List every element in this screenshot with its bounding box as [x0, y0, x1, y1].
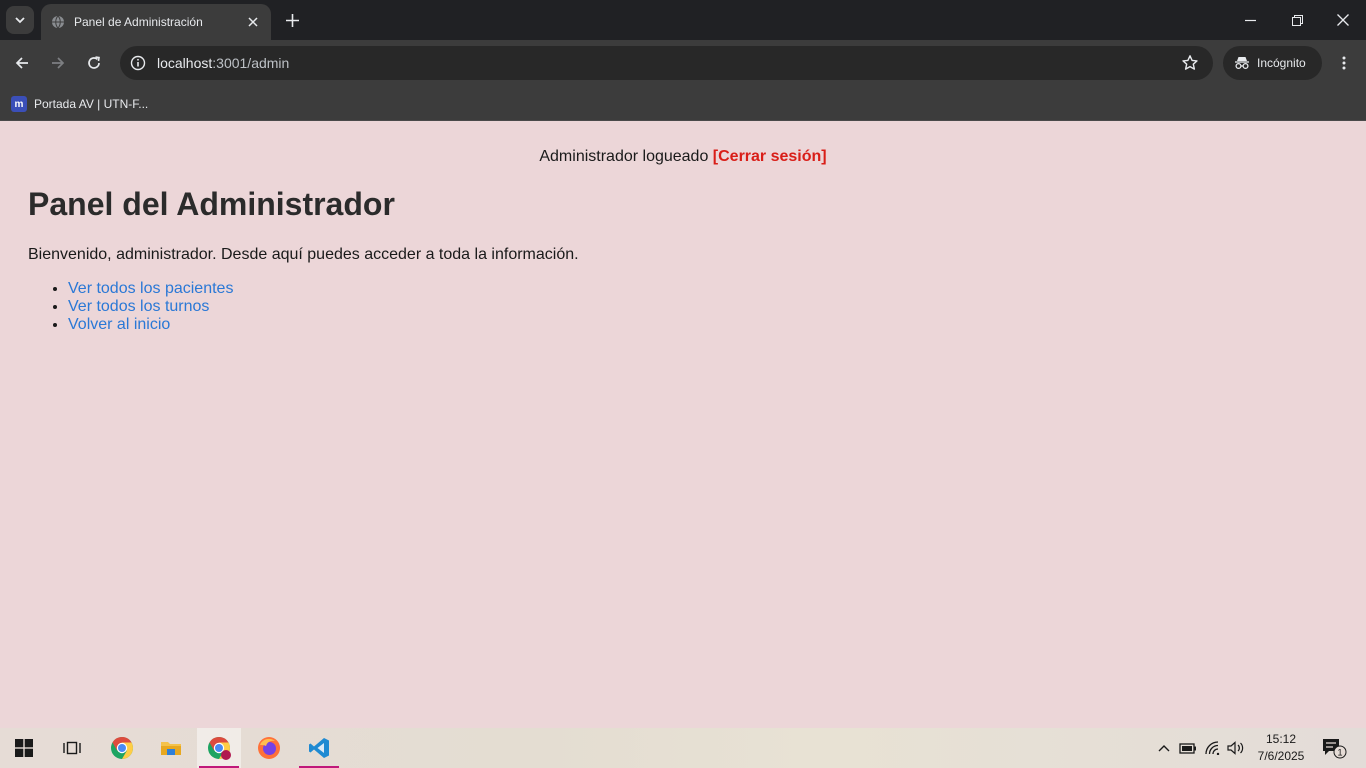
welcome-text: Bienvenido, administrador. Desde aquí pu… [28, 246, 579, 263]
url-path: :3001/admin [212, 55, 290, 71]
minimize-icon [1244, 19, 1256, 21]
bookmark-label: Portada AV | UTN-F... [34, 97, 149, 111]
tab-search-button[interactable] [6, 6, 34, 34]
list-item: Ver todos los turnos [68, 298, 233, 316]
tray-overflow-button[interactable] [1154, 738, 1174, 758]
close-icon [248, 17, 258, 27]
battery-icon [1179, 743, 1196, 754]
admin-links: Ver todos los pacientes Ver todos los tu… [68, 280, 233, 334]
windows-taskbar: 15:12 7/6/2025 1 [0, 728, 1366, 768]
page-title: Panel del Administrador [28, 186, 395, 222]
link-patients[interactable]: Ver todos los pacientes [68, 280, 233, 297]
info-icon[interactable] [130, 55, 146, 71]
reload-icon [88, 56, 100, 69]
address-bar[interactable]: localhost:3001/admin [120, 46, 1213, 80]
more-vertical-icon [1342, 56, 1346, 70]
windows-logo-icon [15, 739, 33, 757]
minimize-button[interactable] [1235, 6, 1265, 34]
tab-close-button[interactable] [245, 14, 261, 30]
bookmark-portada-av[interactable]: m Portada AV | UTN-F... [11, 93, 148, 115]
star-icon[interactable] [1181, 54, 1199, 72]
tab-active[interactable]: Panel de Administración [41, 4, 271, 40]
chevron-up-icon [1158, 745, 1170, 752]
taskbar-chrome-profile[interactable] [197, 728, 241, 768]
tab-title: Panel de Administración [74, 15, 203, 29]
network-status[interactable] [1203, 738, 1223, 758]
notification-count: 1 [1337, 748, 1342, 758]
chrome-icon [111, 737, 133, 759]
list-item: Ver todos los pacientes [68, 280, 233, 298]
clock-time: 15:12 [1265, 732, 1297, 746]
chrome-icon [208, 737, 231, 760]
window-close-button[interactable] [1328, 6, 1358, 34]
globe-icon [52, 15, 64, 29]
clock-date: 7/6/2025 [1257, 749, 1305, 763]
plus-icon [285, 13, 299, 27]
reload-button[interactable] [80, 49, 108, 77]
chevron-down-icon [15, 17, 25, 24]
firefox-icon [258, 737, 280, 759]
bookmarks-bar: m Portada AV | UTN-F... [0, 86, 1366, 121]
start-button[interactable] [2, 728, 46, 768]
incognito-icon [1235, 57, 1249, 70]
close-icon [1337, 14, 1349, 26]
back-button[interactable] [8, 49, 36, 77]
arrow-left-icon [15, 57, 28, 69]
new-tab-button[interactable] [280, 8, 304, 32]
volume-icon [1227, 741, 1244, 755]
logout-link[interactable]: [Cerrar sesión] [713, 148, 827, 165]
vscode-icon [309, 738, 329, 758]
battery-status[interactable] [1178, 738, 1198, 758]
volume-control[interactable] [1226, 738, 1246, 758]
session-bar: Administrador logueado [Cerrar sesión] [0, 148, 1366, 166]
incognito-badge[interactable]: Incógnito [1223, 46, 1322, 80]
list-item: Volver al inicio [68, 316, 233, 334]
browser-toolbar: localhost:3001/admin Incógnito [0, 40, 1366, 86]
browser-menu-button[interactable] [1332, 49, 1356, 77]
link-home[interactable]: Volver al inicio [68, 316, 170, 333]
taskbar-vscode[interactable] [297, 728, 341, 768]
forward-button[interactable] [44, 49, 72, 77]
task-view-icon [63, 741, 81, 755]
folder-icon [161, 742, 181, 755]
taskbar-file-explorer[interactable] [149, 728, 193, 768]
notification-icon: 1 [1323, 739, 1347, 759]
restore-button[interactable] [1282, 6, 1312, 34]
moodle-icon: m [11, 96, 27, 112]
page-content: Administrador logueado [Cerrar sesión] P… [0, 121, 1366, 728]
tab-strip: Panel de Administración [0, 0, 1366, 40]
restore-icon [1291, 14, 1303, 26]
system-clock[interactable]: 15:12 7/6/2025 [1250, 731, 1312, 765]
link-appointments[interactable]: Ver todos los turnos [68, 298, 209, 315]
incognito-label: Incógnito [1257, 56, 1306, 70]
wifi-icon [1205, 741, 1220, 755]
url-host: localhost [157, 55, 213, 71]
arrow-right-icon [52, 57, 65, 69]
url-text[interactable]: localhost:3001/admin [157, 55, 289, 71]
session-status: Administrador logueado [539, 148, 713, 165]
task-view-button[interactable] [50, 728, 94, 768]
taskbar-firefox[interactable] [247, 728, 291, 768]
notification-center-button[interactable]: 1 [1320, 736, 1348, 760]
taskbar-chrome[interactable] [100, 728, 144, 768]
